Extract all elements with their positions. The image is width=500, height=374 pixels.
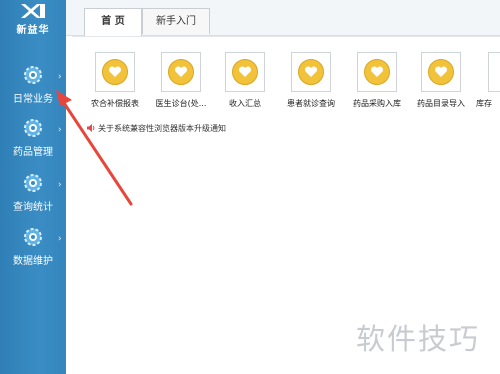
- gear-globe-icon: [24, 174, 42, 192]
- shortcut-income-summary[interactable]: 收入汇总: [212, 52, 276, 112]
- shortcut-label: 收入汇总: [229, 99, 261, 108]
- shortcut-label: 患者就诊查询: [287, 99, 335, 108]
- chevron-right-icon: ›: [58, 234, 62, 244]
- sidebar-item-label: 数据维护: [13, 256, 53, 267]
- sidebar-item-query-statistics[interactable]: › 查询统计: [0, 172, 66, 222]
- speaker-icon: [87, 124, 95, 132]
- shortcut-icon-box: [291, 52, 331, 92]
- watermark: 软件技巧: [356, 322, 481, 356]
- sidebar: 新益华 › 日常业务 › 药品管理 › 查询统计 › 数据维护: [0, 0, 67, 374]
- shortcut-icon-box: [225, 52, 265, 92]
- shortcut-label: 库存: [476, 99, 492, 108]
- shortcut-label: 药品目录导入: [417, 99, 465, 108]
- shortcut-label: 农合补偿报表: [91, 99, 139, 108]
- shortcut-patient-visit-query[interactable]: 患者就诊查询: [278, 52, 342, 112]
- tab-bar: 首 页 新手入门: [66, 0, 500, 36]
- shortcut-label: 药品采购入库: [353, 99, 401, 108]
- shortcut-ncms-report[interactable]: 农合补偿报表: [82, 52, 146, 112]
- shortcut-doctor-desk[interactable]: 医生诊台(处...: [148, 52, 212, 112]
- chevron-right-icon: ›: [58, 72, 62, 82]
- logo-icon: [21, 4, 45, 18]
- shortcut-inventory[interactable]: 库存: [470, 52, 500, 112]
- gear-globe-icon: [24, 66, 42, 84]
- tab-getting-started[interactable]: 新手入门: [142, 8, 210, 34]
- shortcut-icon-box: [95, 52, 135, 92]
- shortcut-icon-box: [357, 52, 397, 92]
- heart-icon: [298, 59, 324, 85]
- sidebar-item-label: 查询统计: [13, 202, 53, 213]
- sidebar-item-label: 日常业务: [13, 94, 53, 105]
- heart-icon: [102, 59, 128, 85]
- brand-name: 新益华: [16, 25, 50, 36]
- logo: 新益华: [0, 0, 66, 40]
- sidebar-item-drug-management[interactable]: › 药品管理: [0, 117, 66, 167]
- shortcut-label: 医生诊台(处...: [155, 99, 207, 108]
- shortcut-drug-catalog-import[interactable]: 药品目录导入: [408, 52, 472, 112]
- shortcut-icon-box: [421, 52, 461, 92]
- tab-home[interactable]: 首 页: [84, 8, 142, 36]
- gear-globe-icon: [24, 228, 42, 246]
- heart-icon: [364, 59, 390, 85]
- shortcut-icon-box: [488, 52, 500, 92]
- shortcut-drug-purchase-stockin[interactable]: 药品采购入库: [344, 52, 408, 112]
- heart-icon: [168, 59, 194, 85]
- heart-icon: [232, 59, 258, 85]
- chevron-right-icon: ›: [58, 125, 62, 135]
- sidebar-item-daily-business[interactable]: › 日常业务: [0, 64, 66, 114]
- divider: [72, 36, 500, 37]
- heart-icon: [428, 59, 454, 85]
- sidebar-item-data-maintenance[interactable]: › 数据维护: [0, 226, 66, 276]
- chevron-right-icon: ›: [58, 180, 62, 190]
- gear-globe-icon: [24, 119, 42, 137]
- sidebar-item-label: 药品管理: [13, 147, 53, 158]
- notice-text: 关于系统兼容性浏览器版本升级通知: [98, 124, 226, 133]
- shortcut-icon-box: [161, 52, 201, 92]
